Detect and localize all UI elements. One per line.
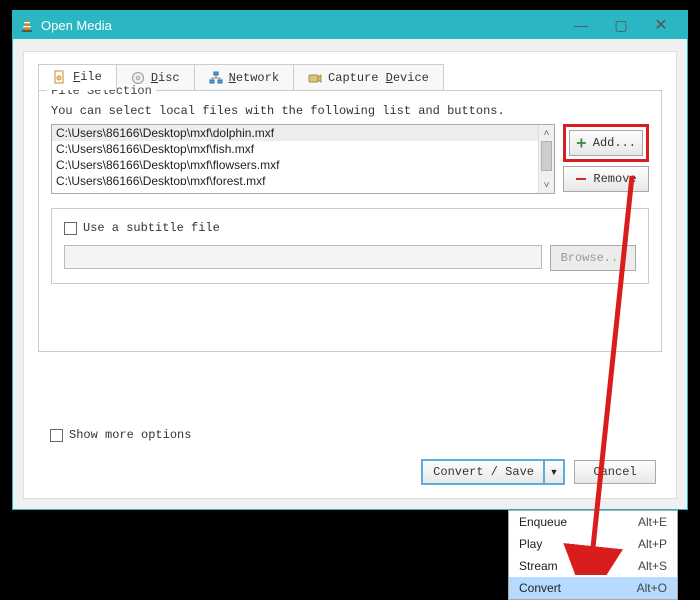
- minus-icon: [575, 173, 587, 185]
- tab-capture-device[interactable]: Capture Device: [293, 64, 444, 90]
- list-item[interactable]: C:\Users\86166\Desktop\mxf\dolphin.mxf: [52, 125, 538, 141]
- file-list[interactable]: C:\Users\86166\Desktop\mxf\dolphin.mxf C…: [51, 124, 555, 194]
- convert-save-button[interactable]: Convert / Save ▼: [422, 460, 564, 484]
- close-button[interactable]: ✕: [641, 11, 681, 39]
- menu-item-play[interactable]: Play Alt+P: [509, 533, 677, 555]
- file-icon: [53, 70, 67, 84]
- capture-device-icon: [308, 71, 322, 85]
- menu-item-convert[interactable]: Convert Alt+O: [509, 577, 677, 599]
- scroll-thumb[interactable]: [541, 141, 552, 171]
- subtitle-checkbox-row: Use a subtitle file: [64, 221, 636, 235]
- file-selection-hint: You can select local files with the foll…: [51, 104, 649, 118]
- convert-save-dropdown-arrow[interactable]: ▼: [544, 460, 564, 484]
- show-more-options-checkbox[interactable]: [50, 429, 63, 442]
- browse-button: Browse...: [550, 245, 636, 271]
- titlebar: Open Media — ▢ ✕: [13, 11, 687, 39]
- subtitle-checkbox[interactable]: [64, 222, 77, 235]
- subtitle-path-input[interactable]: [64, 245, 542, 269]
- menu-item-stream[interactable]: Stream Alt+S: [509, 555, 677, 577]
- file-list-scrollbar[interactable]: ˄ ˅: [538, 125, 554, 193]
- plus-icon: [576, 137, 587, 149]
- remove-button[interactable]: Remove: [563, 166, 649, 192]
- scroll-up-icon[interactable]: ˄: [539, 125, 554, 141]
- tab-network[interactable]: Network: [194, 64, 294, 90]
- tabbar: File Disc Network Capture Device: [38, 64, 443, 90]
- disc-icon: [131, 71, 145, 85]
- dialog-body: File Disc Network Capture Device File Se…: [23, 51, 677, 499]
- show-more-options-label: Show more options: [69, 428, 191, 442]
- menu-item-enqueue[interactable]: Enqueue Alt+E: [509, 511, 677, 533]
- file-selection-group: File Selection You can select local file…: [38, 90, 662, 352]
- minimize-button[interactable]: —: [561, 11, 601, 39]
- vlc-icon: [19, 17, 35, 33]
- show-more-options-row: Show more options: [50, 428, 191, 442]
- tab-file[interactable]: File: [38, 64, 117, 90]
- add-button[interactable]: Add...: [569, 130, 643, 156]
- scroll-down-icon[interactable]: ˅: [539, 177, 554, 193]
- list-item[interactable]: C:\Users\86166\Desktop\mxf\forest.mxf: [52, 173, 538, 185]
- list-item[interactable]: C:\Users\86166\Desktop\mxf\fish.mxf: [52, 141, 538, 157]
- add-button-highlight: Add...: [563, 124, 649, 162]
- subtitle-checkbox-label: Use a subtitle file: [83, 221, 220, 235]
- open-media-window: Open Media — ▢ ✕ File Disc Network Captu…: [12, 10, 688, 510]
- network-icon: [209, 71, 223, 85]
- cancel-button[interactable]: Cancel: [574, 460, 656, 484]
- window-title: Open Media: [41, 18, 112, 33]
- convert-save-menu: Enqueue Alt+E Play Alt+P Stream Alt+S Co…: [508, 510, 678, 600]
- maximize-button[interactable]: ▢: [601, 11, 641, 39]
- list-item[interactable]: C:\Users\86166\Desktop\mxf\flowsers.mxf: [52, 157, 538, 173]
